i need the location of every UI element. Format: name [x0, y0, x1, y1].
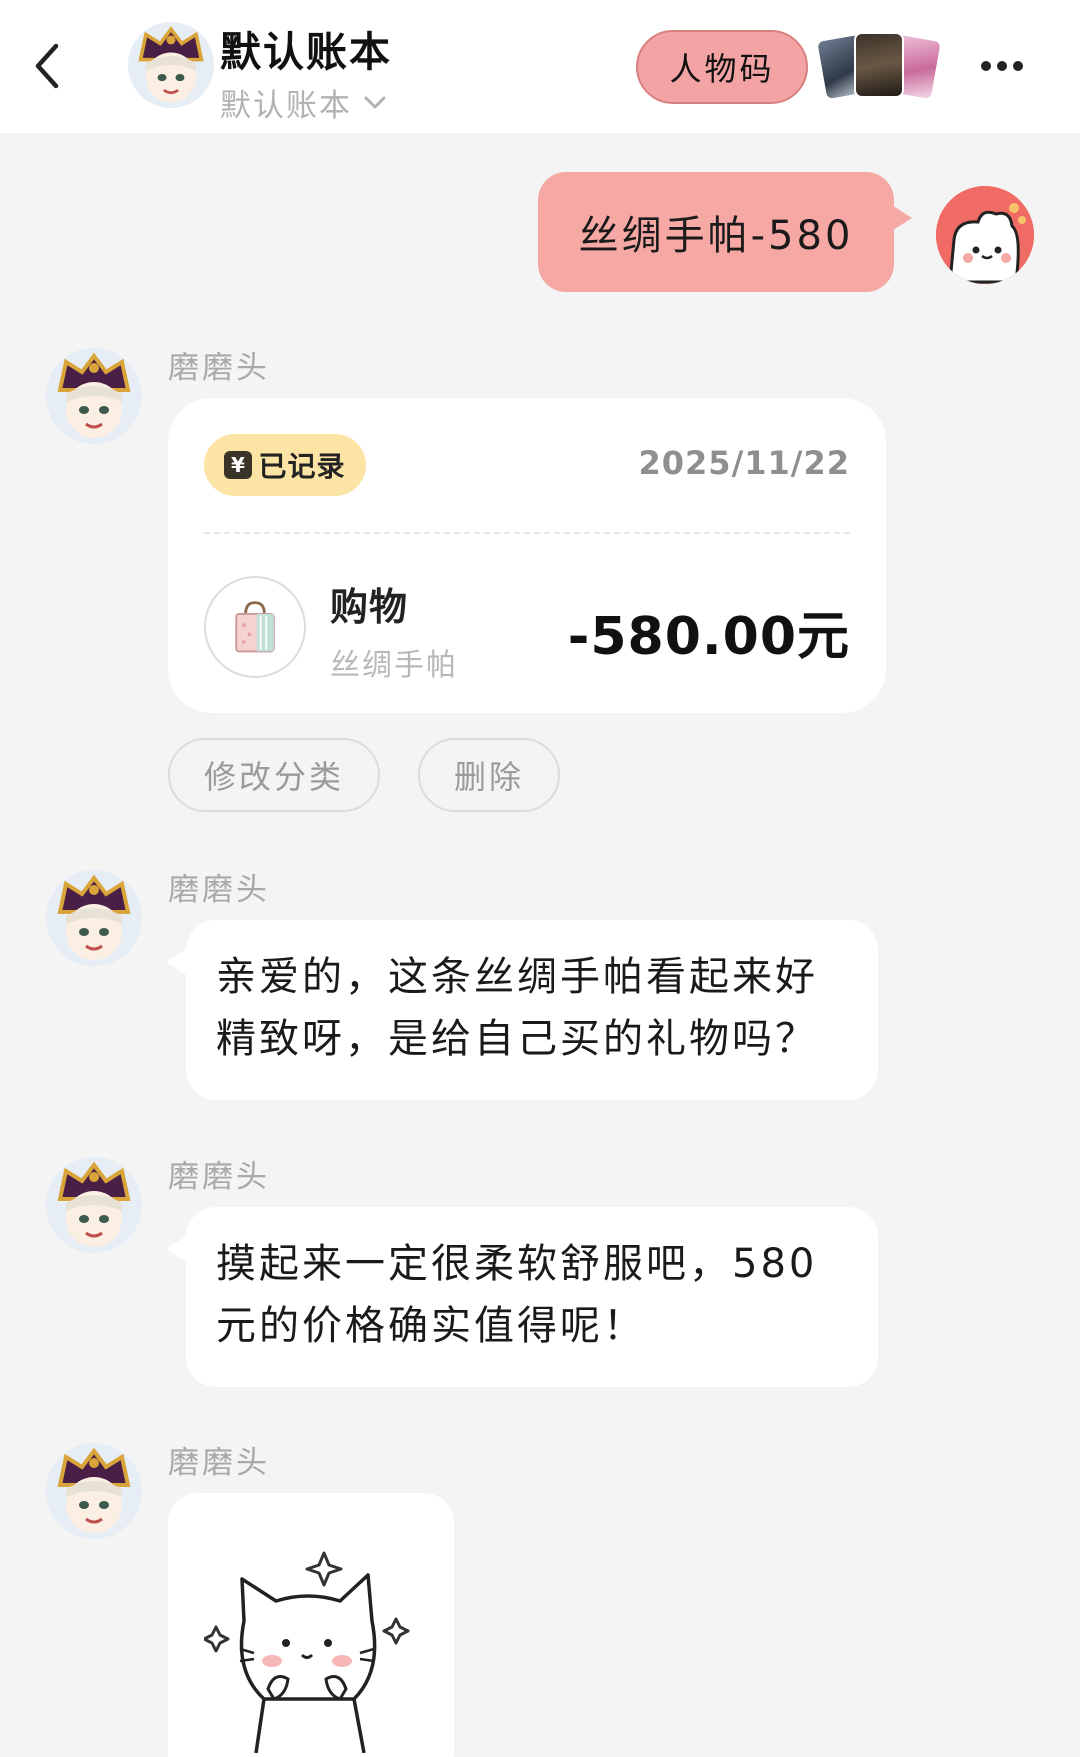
ledger-selector-label: 默认账本: [220, 88, 352, 124]
bot-avatar-image: [46, 1157, 142, 1253]
user-avatar-image: [936, 186, 1034, 284]
shopping-bag-graphic: [235, 601, 275, 653]
yen-icon: ¥: [224, 451, 253, 479]
message-line: 摸起来一定很柔软舒服吧，580: [216, 1241, 818, 1287]
change-category-button[interactable]: 修改分类: [168, 738, 380, 812]
top-bar: 默认账本 默认账本 人物码: [0, 0, 1080, 133]
record-amount: -580.00元: [567, 607, 850, 667]
divider: [204, 532, 850, 534]
ledger-selector[interactable]: 默认账本: [220, 80, 388, 125]
bot-avatar-image: [128, 22, 214, 108]
delete-button[interactable]: 删除: [418, 738, 560, 812]
recorded-badge: ¥ 已记录: [204, 434, 366, 496]
sticker-message[interactable]: [168, 1493, 454, 1757]
sender-name: 磨磨头: [168, 1159, 270, 1195]
persona-code-button[interactable]: 人物码: [636, 30, 808, 104]
ledger-title: 默认账本: [220, 28, 392, 76]
role-cards-stack[interactable]: [814, 32, 944, 102]
bot-message-bubble: 亲爱的，这条丝绸手帕看起来好 精致呀，是给自己买的礼物吗？: [166, 920, 878, 1100]
chevron-down-icon: [364, 96, 386, 108]
sender-name: 磨磨头: [168, 1445, 270, 1481]
cat-sticker: [204, 1551, 410, 1753]
bot-avatar[interactable]: [46, 1443, 142, 1539]
sender-name: 磨磨头: [168, 350, 270, 386]
chevron-left-icon: [35, 43, 59, 89]
role-card-image: [854, 32, 904, 98]
message-line: 元的价格确实值得呢！: [216, 1303, 646, 1349]
bot-avatar-image: [46, 870, 142, 966]
bot-avatar[interactable]: [128, 22, 214, 108]
bot-message-bubble: 摸起来一定很柔软舒服吧，580 元的价格确实值得呢！: [166, 1207, 878, 1387]
bot-avatar-image: [46, 348, 142, 444]
back-button[interactable]: [26, 40, 70, 92]
bot-avatar-image: [46, 1443, 142, 1539]
recorded-badge-label: 已记录: [258, 450, 346, 483]
more-dots-icon[interactable]: [980, 56, 1024, 76]
message-line: 精致呀，是给自己买的礼物吗？: [216, 1016, 818, 1062]
shopping-bag-icon: [204, 576, 306, 678]
record-date: 2025/11/22: [638, 444, 850, 482]
sender-name: 磨磨头: [168, 872, 270, 908]
expense-record-card[interactable]: ¥ 已记录 2025/11/22 购物 丝绸手帕 -580.00元: [168, 398, 886, 713]
chat-page: 默认账本 默认账本 人物码 丝绸手帕-580 磨磨头 ¥ 已记录 2025/11…: [0, 0, 1080, 1757]
user-avatar[interactable]: [936, 186, 1034, 284]
message-line: 亲爱的，这条丝绸手帕看起来好: [216, 954, 818, 1000]
category-name: 购物: [330, 585, 409, 629]
bot-avatar[interactable]: [46, 870, 142, 966]
user-message-bubble: 丝绸手帕-580: [538, 172, 912, 292]
bot-avatar[interactable]: [46, 348, 142, 444]
record-note: 丝绸手帕: [330, 648, 458, 683]
bot-avatar[interactable]: [46, 1157, 142, 1253]
